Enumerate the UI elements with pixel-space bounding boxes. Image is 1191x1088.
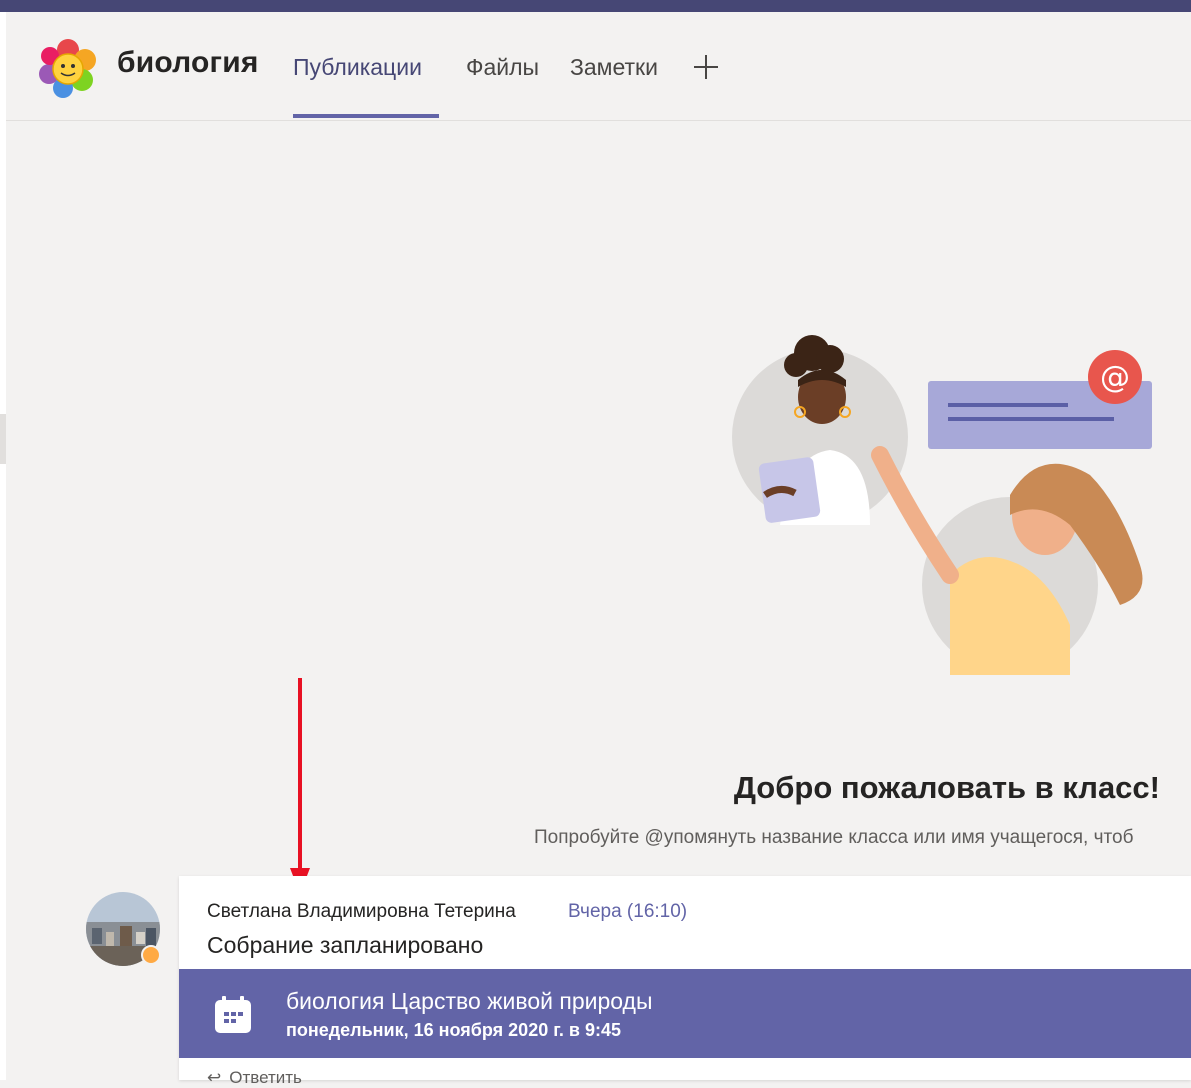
- tab-files[interactable]: Файлы: [466, 54, 539, 81]
- calendar-icon: [215, 996, 251, 1033]
- svg-text:@: @: [1100, 360, 1130, 395]
- meeting-date: понедельник, 16 ноября 2020 г. в 9:45: [286, 1020, 622, 1040]
- presence-away-icon: [141, 945, 161, 965]
- reply-label: Ответить: [229, 1068, 302, 1087]
- post-timestamp: Вчера (16:10): [568, 901, 688, 922]
- left-rail-edge: [0, 12, 6, 1080]
- meeting-banner[interactable]: биология Царство живой природы понедельн…: [179, 969, 1191, 1058]
- welcome-title: Добро пожаловать в класс!: [733, 770, 1160, 805]
- team-name: биология: [117, 46, 259, 79]
- welcome-illustration: @: [732, 335, 1152, 675]
- post-text: Собрание запланировано: [207, 932, 484, 958]
- team-logo-icon[interactable]: [38, 38, 98, 98]
- tab-publications[interactable]: Публикации: [293, 54, 422, 81]
- annotation-arrow-icon: [290, 678, 310, 894]
- post-card: Светлана Владимировна Тетерина Вчера (16…: [179, 876, 1191, 1087]
- plus-icon[interactable]: [692, 53, 720, 81]
- welcome-subtitle: Попробуйте @упомянуть название класса ил…: [534, 827, 1134, 848]
- post-author[interactable]: Светлана Владимировна Тетерина: [207, 901, 516, 923]
- app-top-bar: [0, 0, 1191, 12]
- tab-notes[interactable]: Заметки: [570, 54, 658, 81]
- active-tab-underline: [293, 114, 439, 118]
- reply-icon: ↩: [207, 1068, 222, 1087]
- left-rail-marker: [0, 414, 6, 464]
- meeting-title: биология Царство живой природы: [286, 988, 653, 1014]
- reply-button[interactable]: ↩ Ответить: [207, 1068, 302, 1088]
